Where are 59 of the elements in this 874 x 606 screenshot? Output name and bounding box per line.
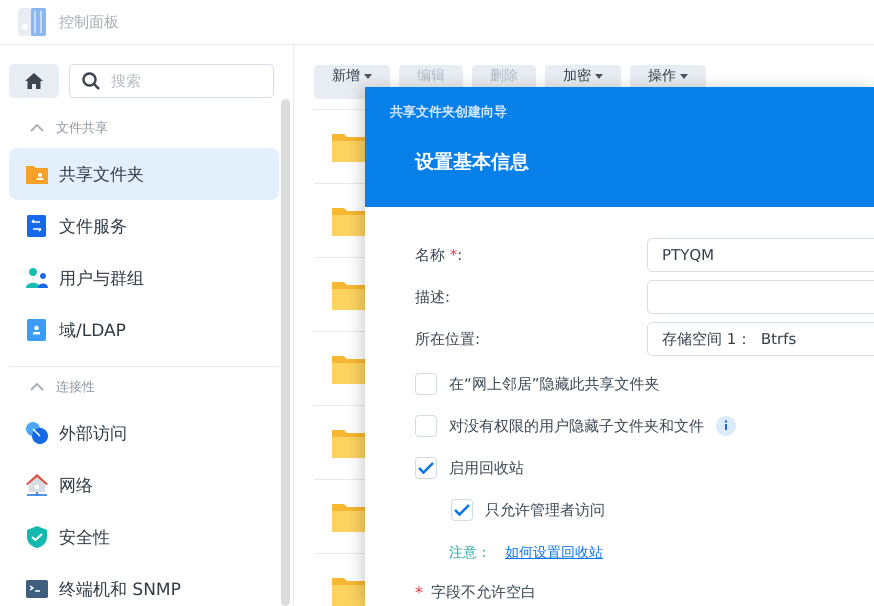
folder-icon <box>332 354 366 384</box>
scrollbar[interactable] <box>281 99 290 606</box>
sidebar-item[interactable]: 域/LDAP <box>9 304 279 356</box>
chevron-up-icon[interactable] <box>30 383 44 391</box>
window-title: 控制面板 <box>59 12 119 32</box>
required-note: 字段不允许空白 <box>431 583 536 602</box>
required-mark: * <box>415 583 423 602</box>
option-label: 启用回收站 <box>449 458 524 478</box>
check-icon <box>418 462 434 474</box>
sidebar-item[interactable]: 文件服务 <box>9 200 279 252</box>
option-label: 对没有权限的用户隐藏子文件夹和文件 <box>449 416 704 436</box>
text-field[interactable]: PTYQM <box>647 238 874 272</box>
option-label: 只允许管理者访问 <box>485 500 605 520</box>
folder-icon <box>332 280 366 310</box>
app-icon <box>17 7 47 37</box>
users-icon <box>25 266 49 290</box>
folder-icon <box>332 428 366 458</box>
home-button[interactable] <box>9 64 59 98</box>
contact-card-icon <box>25 318 49 342</box>
field-label: 所在位置: <box>415 330 482 348</box>
text-field[interactable]: 存储空间 1： Btrfs <box>647 322 874 356</box>
checkbox[interactable] <box>415 373 437 395</box>
sidebar-item[interactable]: 外部访问 <box>9 407 279 459</box>
sidebar-item[interactable]: 共享文件夹 <box>9 148 279 200</box>
section-title: 文件共享 <box>56 120 108 137</box>
chevron-up-icon[interactable] <box>30 124 44 132</box>
caret-icon <box>364 74 372 79</box>
folder-icon <box>332 502 366 532</box>
note-label: 注意： <box>449 544 491 562</box>
caret-icon <box>595 74 603 79</box>
folder-icon <box>332 132 366 162</box>
sidebar-item[interactable]: 安全性 <box>9 511 279 563</box>
sidebar-item[interactable]: 终端机和 SNMP <box>9 563 279 606</box>
sidebar-item[interactable]: 网络 <box>9 459 279 511</box>
checkbox[interactable] <box>451 499 473 521</box>
check-icon <box>454 504 470 516</box>
help-link[interactable]: 如何设置回收站 <box>505 544 603 562</box>
info-icon[interactable] <box>716 416 736 436</box>
option-label: 在“网上邻居”隐藏此共享文件夹 <box>449 374 660 394</box>
house-icon <box>25 473 49 497</box>
step-title: 设置基本信息 <box>415 150 530 175</box>
home-icon <box>25 73 43 89</box>
folder-icon <box>332 576 366 606</box>
globe-icon <box>25 421 49 445</box>
search-field[interactable]: 搜索 <box>69 64 274 98</box>
section-title: 连接性 <box>56 379 95 396</box>
shield-icon <box>25 525 49 549</box>
field-label: 名称 *: <box>415 246 464 264</box>
text-field[interactable] <box>647 280 874 314</box>
dialog-title: 共享文件夹创建向导 <box>390 104 508 121</box>
folder-icon <box>332 206 366 236</box>
checkbox[interactable] <box>415 457 437 479</box>
sidebar-item[interactable]: 用户与群组 <box>9 252 279 304</box>
checkbox[interactable] <box>415 415 437 437</box>
search-icon <box>82 72 100 90</box>
caret-icon <box>680 74 688 79</box>
terminal-icon <box>25 577 49 601</box>
field-label: 描述: <box>415 288 452 306</box>
transfer-icon <box>25 214 49 238</box>
